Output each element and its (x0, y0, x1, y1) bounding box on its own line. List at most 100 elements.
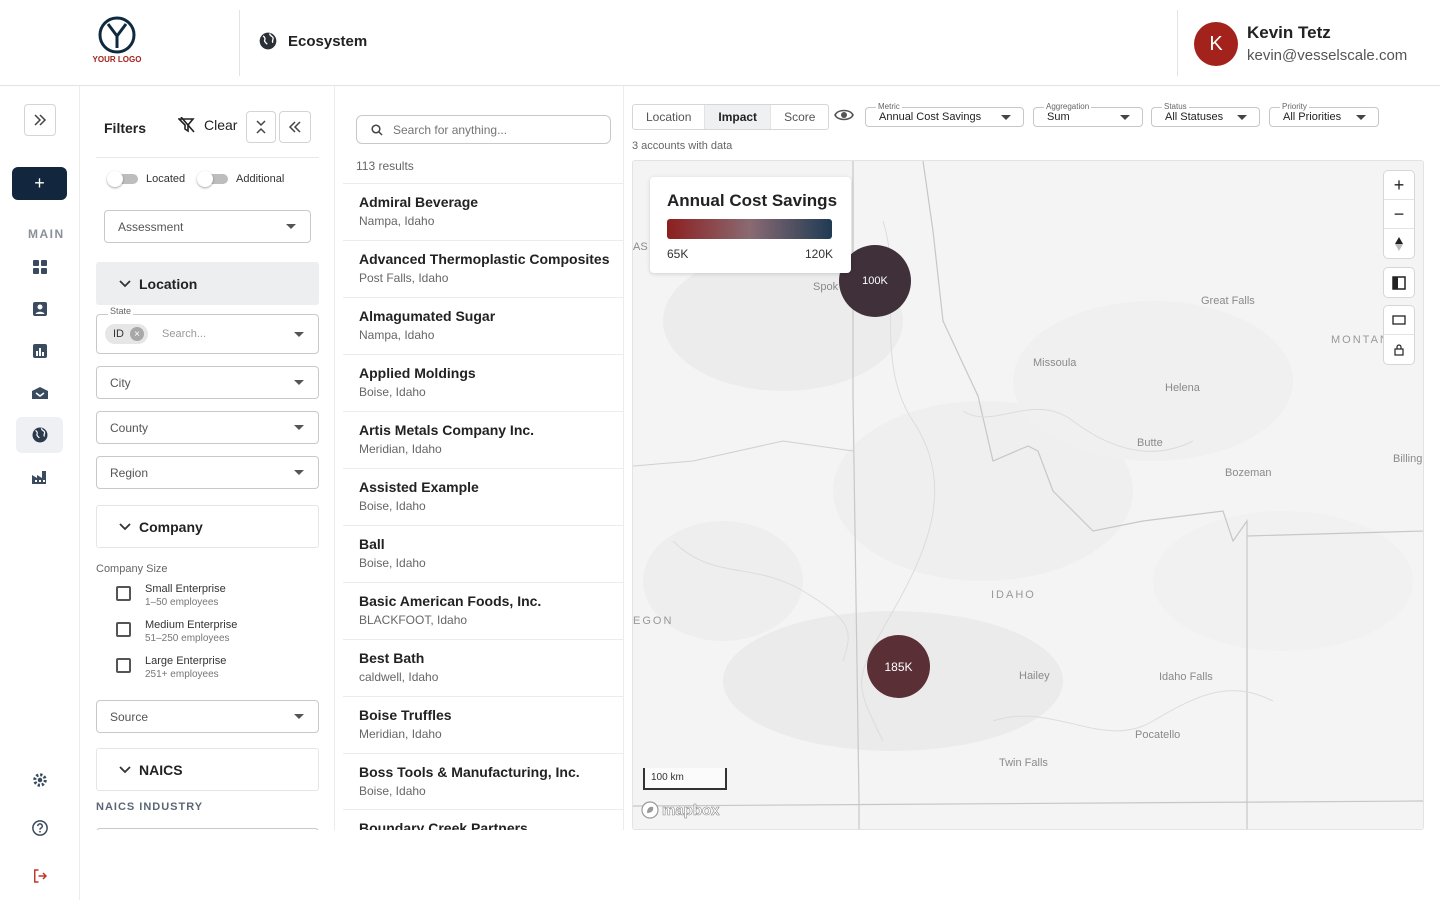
chevron-down-icon (1001, 115, 1011, 120)
result-location: Nampa, Idaho (359, 214, 435, 228)
company-size-option[interactable]: Medium Enterprise 51–250 employees (116, 619, 237, 644)
toggle-sidebar-button[interactable] (1384, 268, 1414, 297)
contacts-icon (32, 302, 47, 316)
app-title: Ecosystem (258, 31, 367, 51)
source-select[interactable]: Source (96, 700, 319, 733)
double-chevron-left-icon (288, 121, 301, 133)
priority-label: Priority (1280, 102, 1309, 112)
checkbox[interactable] (116, 622, 131, 637)
mapbox-attribution[interactable]: mapbox (641, 801, 720, 819)
rail-item-partnerships[interactable] (16, 375, 63, 411)
result-item[interactable]: Almagumated Sugar Nampa, Idaho (343, 297, 623, 354)
company-section-header[interactable]: Company (96, 505, 319, 548)
region-select[interactable]: Region (96, 456, 319, 489)
section-title: NAICS (139, 761, 183, 778)
toggle-switch[interactable] (197, 171, 228, 187)
result-item[interactable]: Basic American Foods, Inc. BLACKFOOT, Ida… (343, 582, 623, 639)
result-item[interactable]: Applied Moldings Boise, Idaho (343, 354, 623, 411)
metric-select[interactable]: Metric Annual Cost Savings (865, 102, 1024, 127)
place-label: Missoula (1033, 357, 1077, 369)
place-label: Idaho Falls (1159, 671, 1213, 683)
tab-score[interactable]: Score (771, 105, 828, 129)
zoom-in-button[interactable]: + (1384, 171, 1414, 200)
additional-toggle[interactable]: Additional (197, 171, 284, 187)
rail-item-factory[interactable] (16, 459, 63, 495)
priority-select[interactable]: Priority All Priorities (1269, 102, 1379, 127)
naics-section-header[interactable]: NAICS (96, 748, 319, 791)
result-item[interactable]: Advanced Thermoplastic Composites Post Fa… (343, 240, 623, 297)
new-button[interactable]: + (12, 167, 67, 200)
result-item[interactable]: Admiral Beverage Nampa, Idaho (343, 183, 623, 240)
rail-item-dashboard[interactable] (16, 249, 63, 285)
rail-item-help[interactable] (28, 816, 52, 840)
company-size-label: Company Size (96, 563, 168, 575)
rail-item-ecosystem[interactable] (16, 417, 63, 453)
located-toggle[interactable]: Located (107, 171, 185, 187)
filters-panel: Filters Clear Located Additional Assessm… (80, 86, 335, 830)
result-item[interactable]: Best Bath caldwell, Idaho (343, 639, 623, 696)
company-size-option[interactable]: Large Enterprise 251+ employees (116, 655, 226, 680)
rail-item-charts[interactable] (16, 333, 63, 369)
zoom-out-button[interactable]: − (1384, 200, 1414, 229)
checkbox[interactable] (116, 658, 131, 673)
place-label: Spok (813, 281, 839, 293)
result-item[interactable]: Assisted Example Boise, Idaho (343, 468, 623, 525)
tab-location[interactable]: Location (633, 105, 706, 129)
state-select[interactable]: ID × Search... (96, 314, 319, 354)
map-bubble[interactable]: 185K (867, 635, 930, 698)
company-size-option[interactable]: Small Enterprise 1–50 employees (116, 583, 226, 608)
status-select[interactable]: Status All Statuses (1151, 102, 1260, 127)
visibility-toggle[interactable] (834, 108, 854, 127)
expand-sidebar-button[interactable] (24, 104, 56, 136)
rail-item-settings[interactable] (28, 768, 52, 792)
rail-item-contacts[interactable] (16, 291, 63, 327)
result-item[interactable]: Boise Truffles Meridian, Idaho (343, 696, 623, 753)
state-search-placeholder[interactable]: Search... (162, 328, 206, 340)
filter-off-icon (178, 117, 195, 133)
option-subtitle: 51–250 employees (145, 633, 230, 644)
accounts-note: 3 accounts with data (632, 140, 733, 152)
county-select[interactable]: County (96, 411, 319, 444)
legend-title: Annual Cost Savings (667, 191, 838, 210)
place-label: Butte (1137, 437, 1163, 449)
location-section-header[interactable]: Location (96, 262, 319, 305)
dashboard-icon (32, 260, 47, 274)
close-icon[interactable]: × (130, 327, 144, 341)
chevron-down-icon (294, 425, 304, 430)
map-canvas[interactable]: AS Spok Great Falls MONTANA Missoula Hel… (632, 160, 1424, 830)
checkbox[interactable] (116, 586, 131, 601)
result-item[interactable]: Boundary Creek Partners (343, 809, 623, 830)
result-name: Artis Metals Company Inc. (359, 422, 535, 438)
assessment-select[interactable]: Assessment (104, 210, 311, 243)
map-scale: 100 km (643, 768, 727, 790)
search-input[interactable] (393, 122, 593, 137)
aggregation-select[interactable]: Aggregation Sum (1033, 102, 1143, 127)
result-item[interactable]: Artis Metals Company Inc. Meridian, Idaho (343, 411, 623, 468)
rail-item-logout[interactable] (28, 864, 52, 888)
company-logo[interactable]: YOUR LOGO (86, 14, 148, 70)
help-icon (32, 820, 48, 836)
naics-industry-select[interactable] (96, 828, 319, 830)
collapse-sections-button[interactable] (246, 111, 276, 143)
result-location: Boise, Idaho (359, 556, 426, 570)
state-chip[interactable]: ID × (105, 324, 148, 344)
place-label: Helena (1165, 382, 1200, 394)
result-item[interactable]: Ball Boise, Idaho (343, 525, 623, 582)
draw-rectangle-button[interactable] (1384, 306, 1414, 335)
logo-text: YOUR LOGO (93, 55, 142, 64)
result-name: Boundary Creek Partners (359, 820, 528, 830)
avatar[interactable]: K (1194, 22, 1238, 66)
clear-filters-label: Clear (204, 117, 238, 133)
toggle-switch[interactable] (107, 171, 138, 187)
clear-filters-button[interactable]: Clear (178, 117, 237, 133)
result-item[interactable]: Boss Tools & Manufacturing, Inc. Boise, I… (343, 753, 623, 810)
option-subtitle: 251+ employees (145, 669, 219, 680)
compass-button[interactable] (1384, 229, 1414, 258)
result-location: Boise, Idaho (359, 385, 426, 399)
logout-icon (34, 869, 48, 883)
tab-impact[interactable]: Impact (705, 105, 772, 129)
search-box[interactable] (356, 115, 611, 144)
collapse-filters-button[interactable] (279, 111, 311, 143)
city-select[interactable]: City (96, 366, 319, 399)
lock-button[interactable] (1384, 335, 1414, 364)
